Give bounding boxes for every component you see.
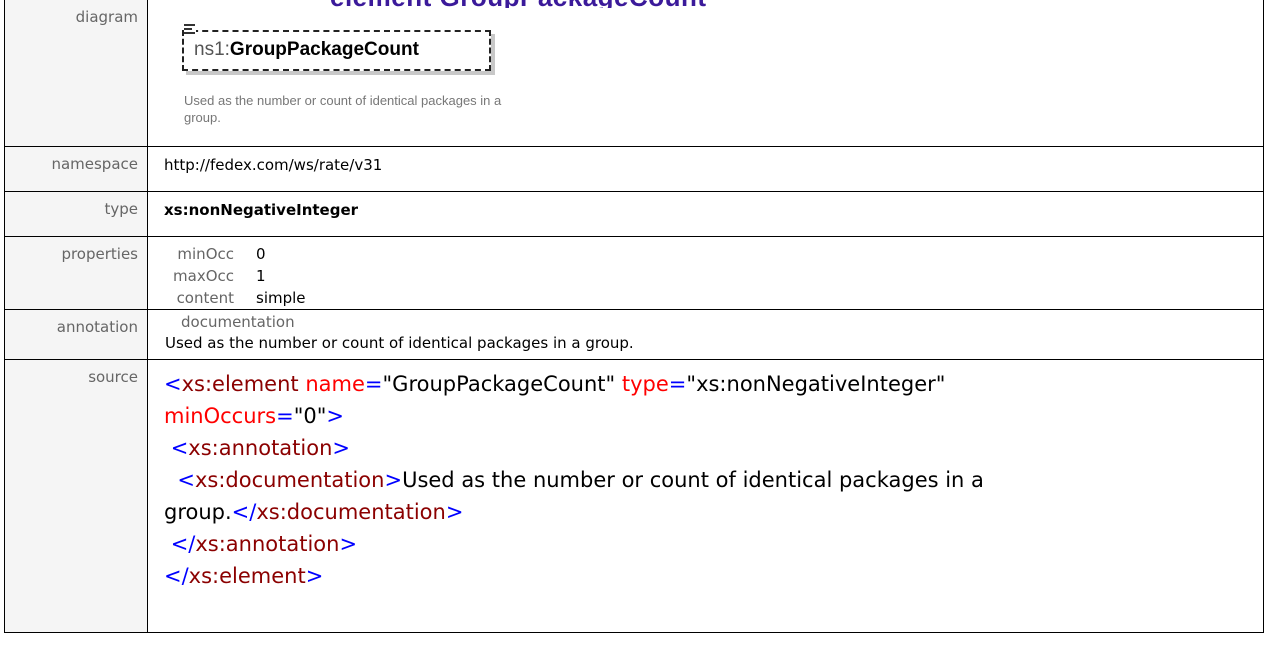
label-namespace: namespace <box>4 146 148 192</box>
property-key: minOcc <box>177 245 234 263</box>
label-diagram: diagram <box>4 0 148 147</box>
documentation-icon <box>184 24 196 36</box>
source-line: minOccurs="0"> <box>164 404 345 428</box>
property-row: minOcc 0 <box>148 243 306 265</box>
source-line: group.</xs:documentation> <box>164 500 464 524</box>
annotation-cell: documentation Used as the number or coun… <box>147 309 1264 360</box>
diagram-cell: ns1:GroupPackageCount Used as the number… <box>147 0 1264 147</box>
source-line: </xs:annotation> <box>170 532 358 556</box>
row-type: type xs:nonNegativeInteger <box>4 191 1264 237</box>
label-annotation: annotation <box>4 309 148 360</box>
source-line: <xs:documentation>Used as the number or … <box>177 468 984 492</box>
row-namespace: namespace http://fedex.com/ws/rate/v31 <box>4 146 1264 192</box>
properties-table: minOcc 0 maxOcc 1 content simple <box>148 243 306 309</box>
property-value: 1 <box>256 267 266 285</box>
source-line: </xs:element> <box>164 564 324 588</box>
source-code: <xs:element name="GroupPackageCount" typ… <box>164 360 1263 592</box>
diagram-name: GroupPackageCount <box>229 39 419 60</box>
type-value[interactable]: xs:nonNegativeInteger <box>164 201 358 219</box>
row-annotation: annotation documentation Used as the num… <box>4 309 1264 360</box>
property-row: maxOcc 1 <box>148 265 306 287</box>
row-properties: properties minOcc 0 maxOcc 1 content sim… <box>4 236 1264 310</box>
namespace-value: http://fedex.com/ws/rate/v31 <box>147 146 1264 192</box>
properties-cell: minOcc 0 maxOcc 1 content simple <box>147 236 1264 310</box>
element-doc-table: diagram ns1:GroupPackageCount Used as th… <box>4 0 1264 633</box>
label-type: type <box>4 191 148 237</box>
diagram-element-box[interactable]: ns1:GroupPackageCount <box>182 30 491 71</box>
diagram-element-name: ns1:GroupPackageCount <box>194 39 419 61</box>
source-cell: <xs:element name="GroupPackageCount" typ… <box>147 359 1264 633</box>
row-source: source <xs:element name="GroupPackageCou… <box>4 359 1264 633</box>
annotation-text: Used as the number or count of identical… <box>165 334 634 352</box>
type-value-cell: xs:nonNegativeInteger <box>147 191 1264 237</box>
annotation-heading: documentation <box>181 313 295 331</box>
diagram-description: Used as the number or count of identical… <box>184 93 502 125</box>
property-key: content <box>176 289 234 307</box>
property-key: maxOcc <box>173 267 234 285</box>
diagram-prefix: ns1: <box>194 39 230 60</box>
property-value: simple <box>256 289 306 307</box>
source-line: <xs:annotation> <box>170 436 351 460</box>
source-line: <xs:element name="GroupPackageCount" typ… <box>164 372 946 396</box>
label-properties: properties <box>4 236 148 310</box>
property-row: content simple <box>148 287 306 309</box>
property-value: 0 <box>256 245 266 263</box>
row-diagram: diagram ns1:GroupPackageCount Used as th… <box>4 0 1264 147</box>
label-source: source <box>4 359 148 633</box>
